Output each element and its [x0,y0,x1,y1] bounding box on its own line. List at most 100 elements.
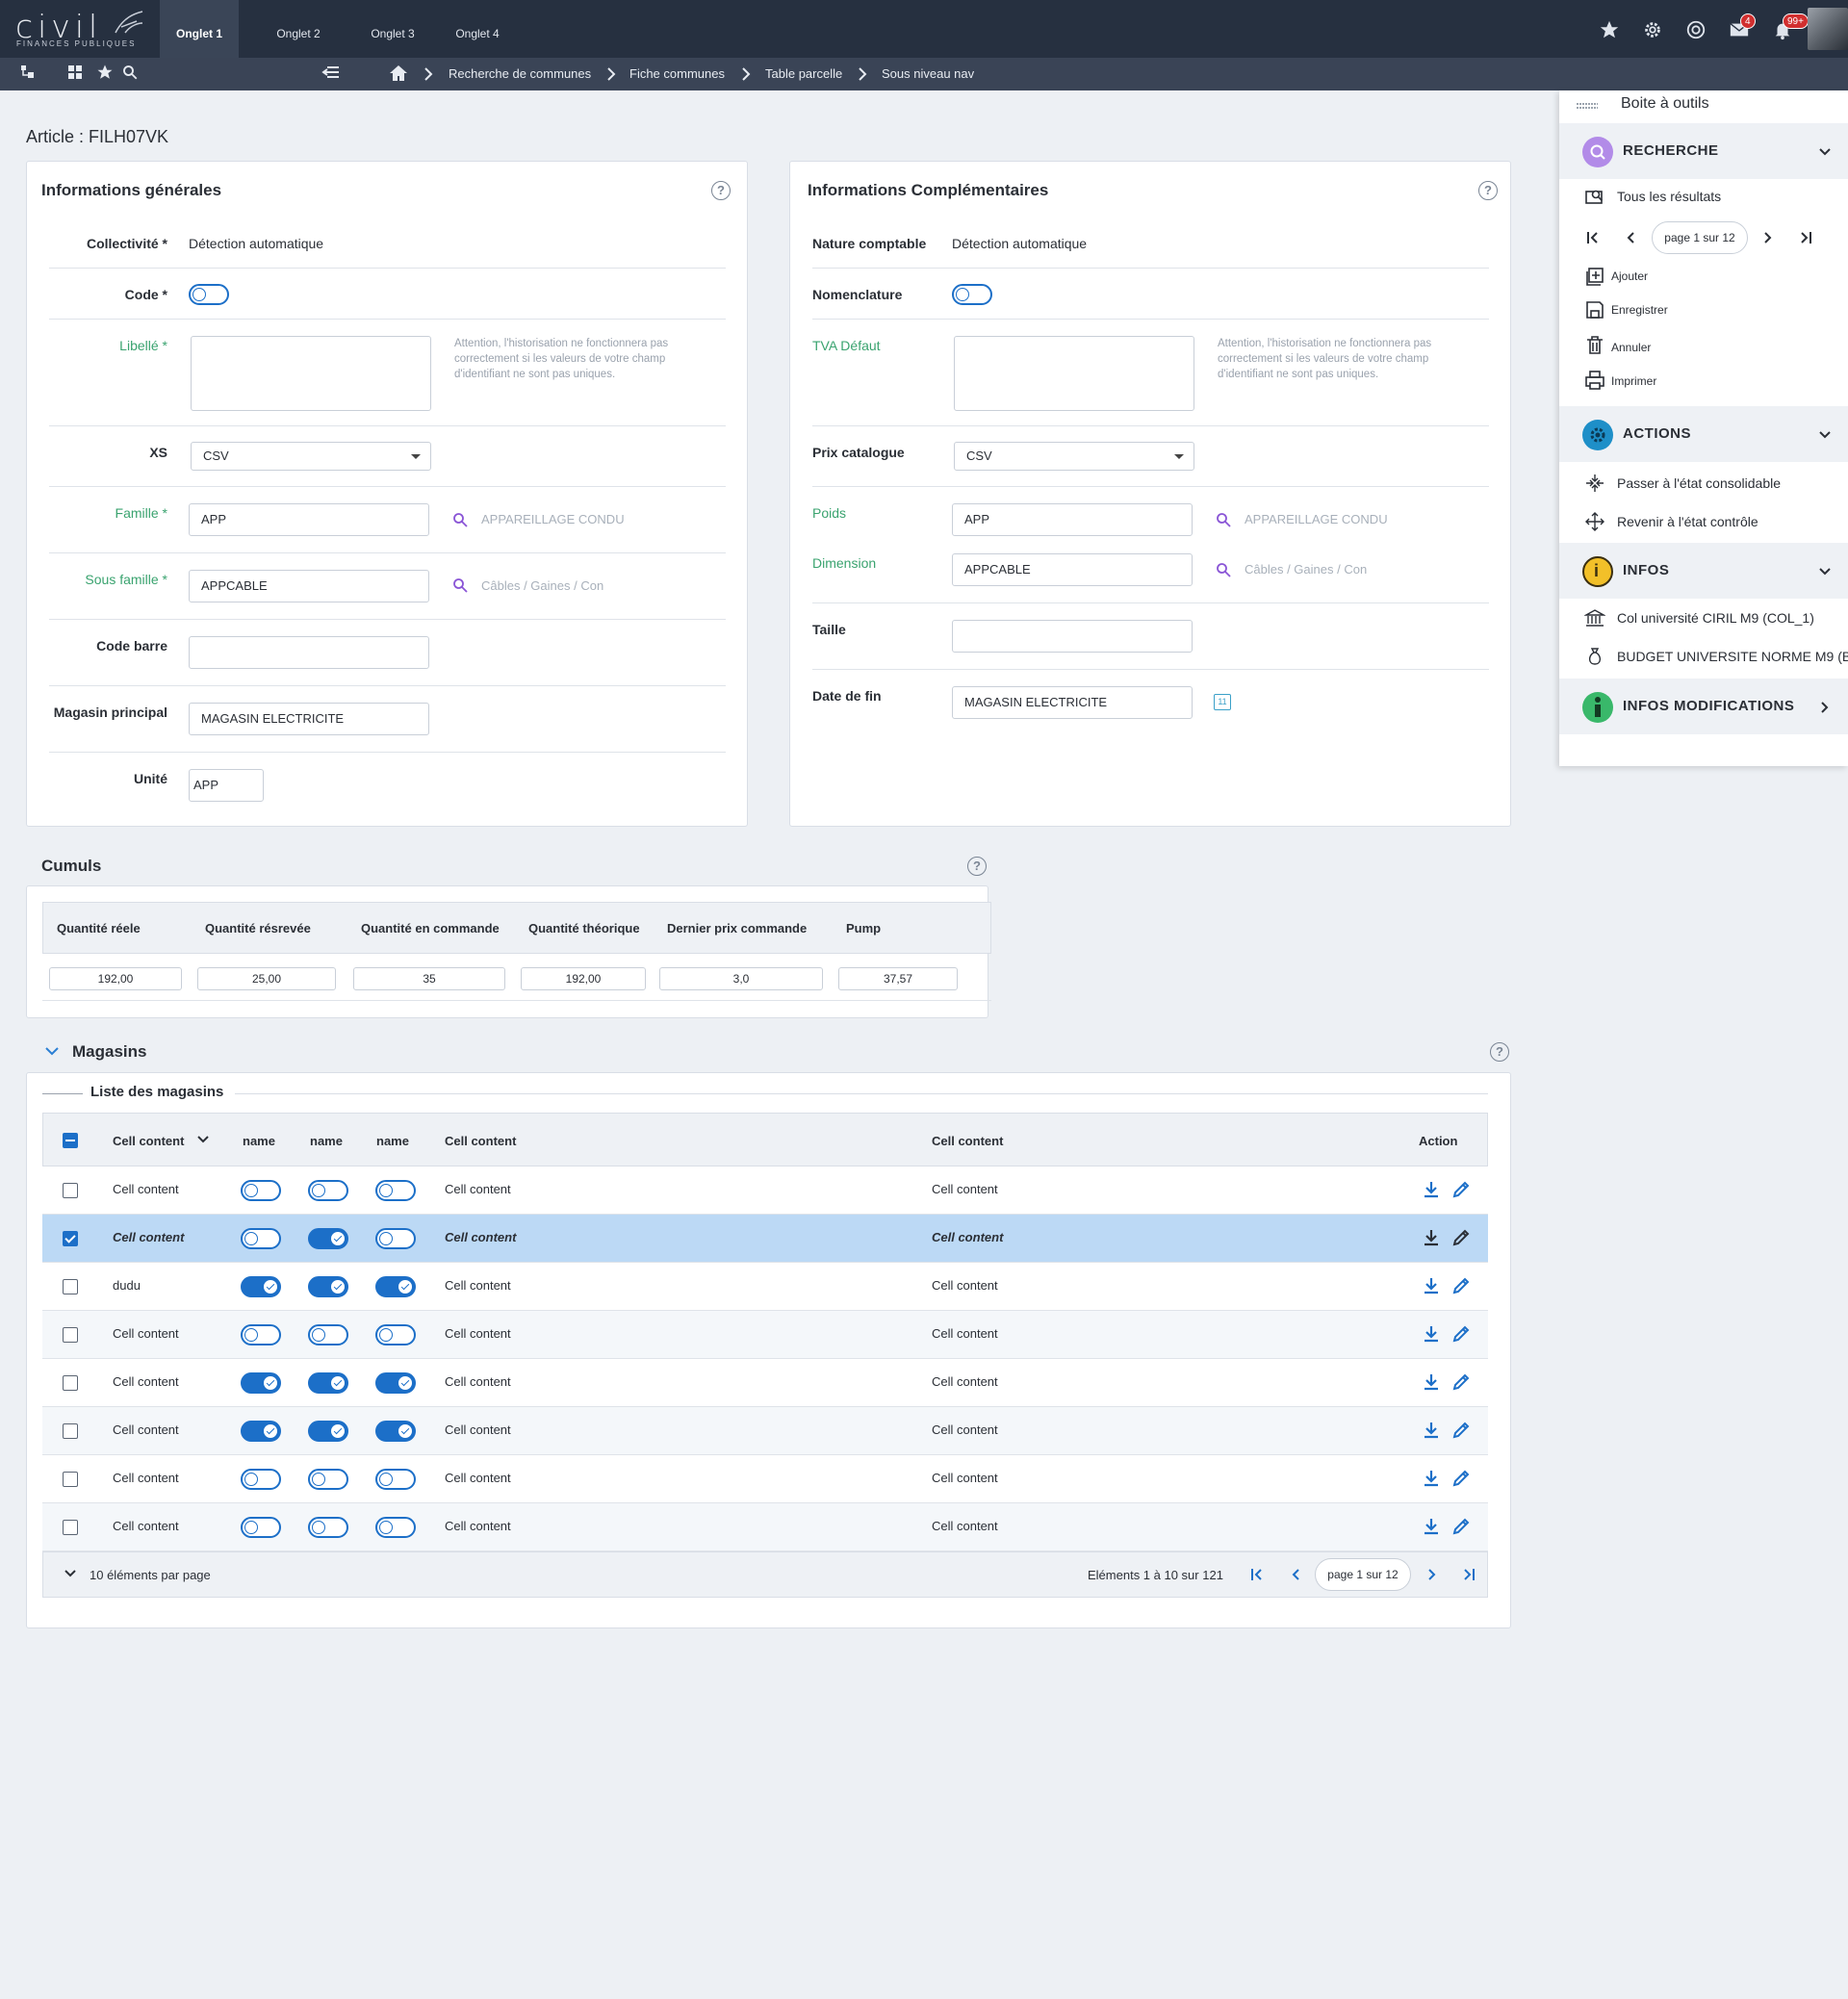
edit-pencil-icon[interactable] [1450,1371,1472,1393]
per-page-chevron-down-icon[interactable] [64,1570,76,1577]
download-icon[interactable] [1421,1371,1442,1393]
table-row[interactable]: dudu Cell content Cell content [42,1263,1488,1311]
row-checkbox[interactable] [63,1520,78,1535]
row-checkbox[interactable] [63,1327,78,1343]
row-toggle-1[interactable] [241,1372,281,1394]
table-row[interactable]: Cell content Cell content Cell content [42,1407,1488,1455]
edit-pencil-icon[interactable] [1450,1468,1472,1489]
row-toggle-2[interactable] [308,1469,348,1490]
star-icon[interactable] [1599,19,1620,40]
row-toggle-3[interactable] [375,1228,416,1249]
help-icon[interactable]: ? [1478,181,1498,200]
recherche-section-header[interactable]: RECHERCHE [1559,123,1848,179]
select-all-checkbox[interactable] [63,1133,78,1148]
edit-pencil-icon[interactable] [1450,1516,1472,1537]
all-results-link[interactable]: Tous les résultats [1617,189,1721,204]
row-toggle-2[interactable] [308,1180,348,1201]
famille-input[interactable]: APP [189,503,429,536]
magasin-input[interactable]: MAGASIN ELECTRICITE [189,703,429,735]
libelle-textarea[interactable] [191,336,431,411]
edit-pencil-icon[interactable] [1450,1420,1472,1441]
row-toggle-1[interactable] [241,1421,281,1442]
cumuls-value-pump[interactable]: 37,57 [838,967,958,990]
search-icon[interactable] [121,64,139,81]
row-checkbox[interactable] [63,1423,78,1439]
help-globe-icon[interactable] [1685,19,1707,40]
datefin-input[interactable]: MAGASIN ELECTRICITE [952,686,1193,719]
edit-pencil-icon[interactable] [1450,1179,1472,1200]
download-icon[interactable] [1421,1227,1442,1248]
help-icon[interactable]: ? [711,181,731,200]
table-row[interactable]: Cell content Cell content Cell content [42,1311,1488,1359]
row-toggle-3[interactable] [375,1372,416,1394]
row-checkbox[interactable] [63,1375,78,1391]
add-action[interactable]: Ajouter [1611,269,1648,283]
first-result-icon[interactable] [1585,230,1601,245]
tree-icon[interactable] [19,64,37,81]
prix-select[interactable]: CSV [954,442,1194,471]
cumuls-value-quantite-reele[interactable]: 192,00 [49,967,182,990]
chevron-right-icon[interactable] [1819,702,1831,713]
edit-pencil-icon[interactable] [1450,1227,1472,1248]
download-icon[interactable] [1421,1275,1442,1296]
row-toggle-2[interactable] [308,1276,348,1297]
grid-icon[interactable] [67,64,83,80]
edit-pencil-icon[interactable] [1450,1323,1472,1345]
sousfamille-search-icon[interactable] [452,577,468,593]
tab-onglet-3[interactable]: Onglet 3 [354,0,431,58]
first-page-icon[interactable] [1249,1567,1265,1582]
row-toggle-2[interactable] [308,1228,348,1249]
table-row[interactable]: Cell content Cell content Cell content [42,1166,1488,1215]
dimension-input[interactable]: APPCABLE [952,553,1193,586]
row-toggle-3[interactable] [375,1180,416,1201]
breadcrumb-item-3[interactable]: Table parcelle [765,58,842,90]
taille-input[interactable] [952,620,1193,653]
tva-textarea[interactable] [954,336,1194,411]
dimension-search-icon[interactable] [1216,562,1231,577]
page-indicator[interactable]: page 1 sur 12 [1315,1558,1411,1591]
breadcrumb-item-2[interactable]: Fiche communes [629,58,725,90]
poids-search-icon[interactable] [1216,512,1231,527]
table-row[interactable]: Cell content Cell content Cell content [42,1455,1488,1503]
sousfamille-input[interactable]: APPCABLE [189,570,429,602]
avatar[interactable] [1808,8,1848,50]
row-toggle-1[interactable] [241,1517,281,1538]
civil-logo[interactable]: civil FINANCES PUBLIQUES [12,8,146,52]
row-checkbox[interactable] [63,1231,78,1246]
row-checkbox[interactable] [63,1472,78,1487]
xs-select[interactable]: CSV [191,442,431,471]
breadcrumb-item-1[interactable]: Recherche de communes [449,58,591,90]
row-toggle-3[interactable] [375,1469,416,1490]
consolidable-action[interactable]: Passer à l'état consolidable [1617,475,1781,491]
per-page-selector[interactable]: 10 éléments par page [90,1568,211,1582]
unite-input[interactable]: APP [189,769,264,802]
table-row[interactable]: Cell content Cell content Cell content [42,1359,1488,1407]
help-icon[interactable]: ? [1490,1042,1509,1062]
save-action[interactable]: Enregistrer [1611,303,1668,317]
row-toggle-3[interactable] [375,1421,416,1442]
row-toggle-1[interactable] [241,1228,281,1249]
cumuls-value-quantite-theorique[interactable]: 192,00 [521,967,646,990]
tab-onglet-4[interactable]: Onglet 4 [439,0,516,58]
famille-search-icon[interactable] [452,512,468,527]
next-result-icon[interactable] [1759,230,1775,245]
download-icon[interactable] [1421,1516,1442,1537]
infos-section-header[interactable]: i INFOS [1559,543,1848,599]
controle-action[interactable]: Revenir à l'état contrôle [1617,514,1758,529]
breadcrumb-item-4[interactable]: Sous niveau nav [882,58,974,90]
sort-chevron-down-icon[interactable] [197,1136,209,1143]
edit-pencil-icon[interactable] [1450,1275,1472,1296]
infos-modifications-section-header[interactable]: INFOS MODIFICATIONS [1559,679,1848,734]
tab-onglet-2[interactable]: Onglet 2 [260,0,337,58]
row-toggle-2[interactable] [308,1421,348,1442]
last-page-icon[interactable] [1461,1567,1476,1582]
row-toggle-3[interactable] [375,1517,416,1538]
next-page-icon[interactable] [1424,1567,1439,1582]
column-header-cell-content[interactable]: Cell content [113,1134,184,1148]
help-icon[interactable]: ? [967,857,987,876]
row-checkbox[interactable] [63,1279,78,1294]
home-icon[interactable] [389,64,408,82]
poids-input[interactable]: APP [952,503,1193,536]
table-row[interactable]: Cell content Cell content Cell content [42,1215,1488,1263]
cumuls-value-quantite-commande[interactable]: 35 [353,967,505,990]
